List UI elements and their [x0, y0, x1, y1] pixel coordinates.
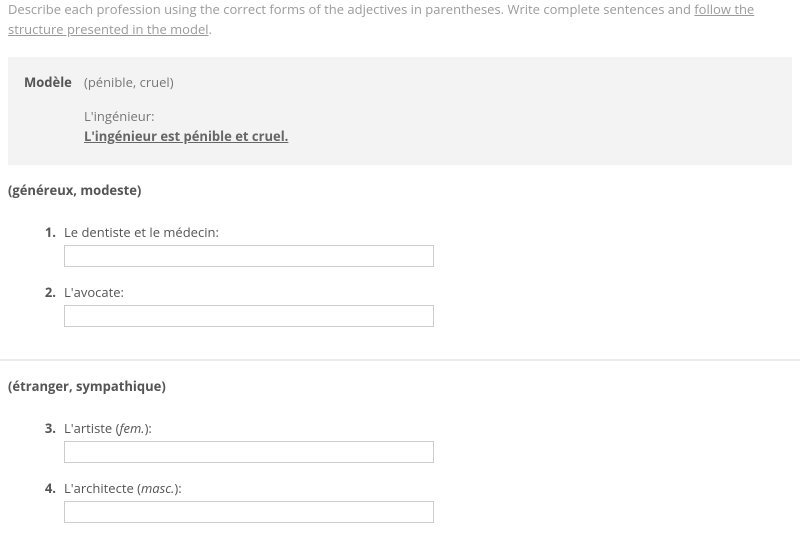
question-text: L'avocate: [64, 283, 124, 301]
question-3: 3. L'artiste (fem.): [8, 419, 792, 463]
model-label: Modèle [24, 73, 84, 91]
question-number: 1. [44, 223, 64, 241]
question-1: 1. Le dentiste et le médecin: [8, 223, 792, 267]
group-divider [0, 359, 800, 361]
question-text: L'architecte (masc.): [64, 479, 182, 497]
instructions-pre: Describe each profession using the corre… [8, 0, 694, 18]
model-block: Modèle (pénible, cruel) L'ingénieur: L'i… [8, 57, 792, 165]
question-number: 3. [44, 419, 64, 437]
question-group-1: 1. Le dentiste et le médecin: 2. L'avoca… [0, 199, 800, 351]
answer-input-4[interactable] [64, 501, 434, 523]
model-body: (pénible, cruel) L'ingénieur: L'ingénieu… [84, 73, 288, 145]
question-2: 2. L'avocate: [8, 283, 792, 327]
model-adjectives: (pénible, cruel) [84, 73, 288, 91]
question-4: 4. L'architecte (masc.): [8, 479, 792, 523]
answer-input-1[interactable] [64, 245, 434, 267]
question-number: 2. [44, 283, 64, 301]
question-number: 4. [44, 479, 64, 497]
answer-input-3[interactable] [64, 441, 434, 463]
model-answer: L'ingénieur est pénible et cruel. [84, 127, 288, 145]
instructions-text: Describe each profession using the corre… [0, 0, 800, 49]
model-prompt: L'ingénieur: [84, 107, 288, 125]
group-label-1: (généreux, modeste) [0, 173, 800, 199]
question-group-2: 3. L'artiste (fem.): 4. L'architecte (ma… [0, 395, 800, 547]
answer-input-2[interactable] [64, 305, 434, 327]
instructions-post: . [209, 20, 212, 38]
question-text: L'artiste (fem.): [64, 419, 152, 437]
group-label-2: (étranger, sympathique) [0, 369, 800, 395]
question-text: Le dentiste et le médecin: [64, 223, 219, 241]
